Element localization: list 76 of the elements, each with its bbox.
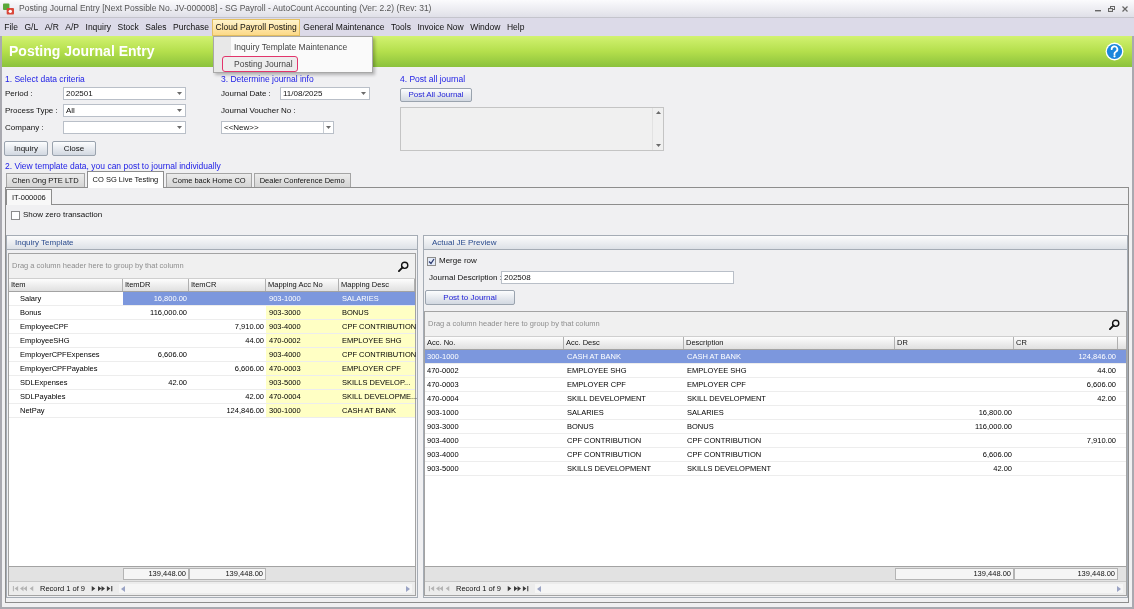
caret-icon (361, 92, 366, 95)
menu-item[interactable]: Invoice Now (414, 18, 467, 36)
close-icon[interactable] (1122, 5, 1128, 12)
caret-icon (177, 109, 182, 112)
field-label: Process Type : (5, 104, 59, 117)
scroll-down-icon (655, 144, 661, 147)
checkmark-icon (428, 257, 435, 265)
field-label: Journal Date : (221, 87, 272, 100)
menu-item[interactable]: General Maintenance (300, 18, 388, 36)
menu-item[interactable]: A/P (62, 18, 83, 36)
search-icon[interactable] (1109, 318, 1120, 330)
voucher-combo[interactable]: <<New>> (221, 121, 334, 134)
menu-item[interactable]: Posting Journal (222, 56, 298, 72)
scroll-up-icon (655, 111, 661, 114)
field-label: Period : (5, 87, 34, 100)
scroll-left-icon[interactable] (121, 585, 126, 592)
skip-end-icon[interactable] (106, 585, 114, 592)
caret-icon (177, 126, 182, 129)
skip-start-icon[interactable] (428, 585, 435, 592)
menu-item[interactable]: Window (466, 18, 504, 36)
window-title: Posting Journal Entry [Next Possible No. JV-000008] - SG Payroll - AutoCount Accounting (Ver: 2.2) (Rev: 31) (19, 2, 432, 15)
menu-item[interactable]: Inquiry Template Maintenance (222, 39, 353, 55)
help-icon[interactable] (1105, 42, 1124, 61)
checkbox-label: Show zero transaction (23, 209, 103, 221)
menu-item[interactable]: Inquiry (82, 18, 115, 36)
dropdown-field[interactable] (63, 121, 186, 134)
double-right-triangle-icon[interactable] (514, 585, 522, 592)
page-title: Posting Journal Entry (8, 42, 155, 61)
menu-item[interactable]: Tools (387, 18, 415, 36)
double-right-triangle-icon[interactable] (98, 585, 106, 592)
menu-item[interactable]: G/L (21, 18, 42, 36)
horizontal-scrollbar[interactable] (119, 584, 412, 593)
left-triangle-icon[interactable] (28, 585, 35, 592)
left-triangle-icon[interactable] (444, 585, 451, 592)
panel-title: Actual JE Preview (424, 236, 1127, 250)
menu-item[interactable]: Stock (114, 18, 143, 36)
section-heading: 4. Post all journal (400, 73, 466, 86)
post-all-journal-button[interactable]: Post All Journal (400, 88, 472, 102)
dropdown-field[interactable]: All (63, 104, 186, 117)
menu-item[interactable]: Purchase (169, 18, 213, 36)
caret-icon (326, 126, 331, 129)
checkbox-label: Merge row (439, 255, 477, 267)
right-triangle-icon[interactable] (90, 585, 98, 592)
inquiry-button[interactable]: Inquiry (4, 141, 48, 156)
app-icon (3, 2, 14, 15)
section-heading: 1. Select data criteria (5, 73, 85, 86)
panel-title: Inquiry Template (7, 236, 417, 250)
section-heading: 3. Determine journal info (221, 73, 314, 86)
skip-start-icon[interactable] (12, 585, 19, 592)
field-label: Journal Voucher No : (221, 104, 296, 117)
menu-item[interactable]: Cloud Payroll Posting (212, 18, 300, 36)
menu-item[interactable]: Sales (142, 18, 170, 36)
menu-item[interactable]: A/R (41, 18, 63, 36)
caret-icon (177, 92, 182, 95)
date-field[interactable]: 11/08/2025 (280, 87, 370, 100)
horizontal-scrollbar[interactable] (535, 584, 1123, 593)
post-to-journal-button[interactable]: Post to Journal (425, 290, 515, 305)
field-label: Journal Description : (428, 271, 501, 284)
dropdown-field[interactable]: 202501 (63, 87, 186, 100)
checkbox[interactable] (427, 256, 436, 266)
close-button[interactable]: Close (52, 141, 96, 156)
menu-item[interactable]: File (1, 18, 22, 36)
scroll-right-icon[interactable] (1117, 585, 1121, 592)
scroll-left-icon[interactable] (537, 585, 542, 592)
scroll-right-icon[interactable] (406, 585, 410, 592)
field-label: Company : (5, 121, 45, 134)
right-triangle-icon[interactable] (506, 585, 514, 592)
restore-icon[interactable] (1108, 5, 1115, 12)
search-icon[interactable] (398, 260, 409, 272)
skip-end-icon[interactable] (522, 585, 530, 592)
double-left-triangle-icon[interactable] (436, 585, 443, 592)
double-left-triangle-icon[interactable] (20, 585, 27, 592)
checkbox[interactable] (11, 210, 20, 220)
section-heading: 2. View template data, you can post to journal individually (5, 160, 221, 172)
menu-item[interactable]: Help (503, 18, 528, 36)
description-field[interactable]: 202508 (501, 271, 734, 284)
